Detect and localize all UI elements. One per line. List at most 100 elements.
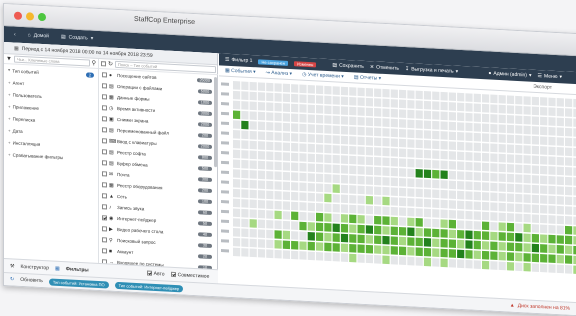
heatmap-cell[interactable] xyxy=(291,84,299,93)
heatmap-cell[interactable] xyxy=(249,111,257,121)
heatmap-cell[interactable] xyxy=(407,90,415,99)
heatmap-cell[interactable] xyxy=(390,108,398,118)
heatmap-cell[interactable] xyxy=(556,156,564,166)
heatmap-cell[interactable] xyxy=(415,227,423,237)
heatmap-cell[interactable] xyxy=(407,129,415,139)
heatmap-cell[interactable] xyxy=(299,251,307,260)
heatmap-cell[interactable] xyxy=(473,221,481,230)
heatmap-cell[interactable] xyxy=(332,174,340,184)
heatmap-cell[interactable] xyxy=(316,144,324,153)
heatmap-cell[interactable] xyxy=(432,150,440,159)
heatmap-cell[interactable] xyxy=(266,180,274,190)
time-accounting-button[interactable]: ◷ Учет времени ▾ xyxy=(302,72,344,80)
heatmap-cell[interactable] xyxy=(407,207,415,217)
heatmap-cell[interactable] xyxy=(482,192,490,201)
heatmap-cell[interactable] xyxy=(432,189,440,199)
heatmap-cell[interactable] xyxy=(415,139,423,149)
heatmap-cell[interactable] xyxy=(506,105,515,114)
heatmap-cell[interactable] xyxy=(407,148,415,158)
heatmap-cell[interactable] xyxy=(498,134,506,143)
heatmap-cell[interactable] xyxy=(274,161,282,171)
heatmap-cell[interactable] xyxy=(457,151,465,161)
heatmap-cell[interactable] xyxy=(506,95,515,105)
heatmap-cell[interactable] xyxy=(548,175,556,185)
heatmap-cell[interactable] xyxy=(390,187,398,196)
heatmap-cell[interactable] xyxy=(291,191,299,201)
heatmap-cell[interactable] xyxy=(515,242,523,252)
heatmap-cell[interactable] xyxy=(249,238,257,248)
heatmap-cell[interactable] xyxy=(274,122,282,132)
heatmap-cell[interactable] xyxy=(257,160,266,170)
heatmap-cell[interactable] xyxy=(457,249,465,259)
heatmap-cell[interactable] xyxy=(407,227,415,237)
heatmap-cell[interactable] xyxy=(282,220,290,230)
heatmap-cell[interactable] xyxy=(432,179,440,189)
heatmap-cell[interactable] xyxy=(423,228,432,237)
heatmap-cell[interactable] xyxy=(465,230,473,240)
heatmap-cell[interactable] xyxy=(307,153,315,163)
heatmap-cell[interactable] xyxy=(357,126,365,136)
heatmap-cell[interactable] xyxy=(399,177,407,187)
heatmap-cell[interactable] xyxy=(266,249,274,259)
heatmap-cell[interactable] xyxy=(332,252,340,262)
heatmap-cell[interactable] xyxy=(506,173,515,183)
heatmap-cell[interactable] xyxy=(332,213,340,223)
heatmap-cell[interactable] xyxy=(299,211,307,221)
heatmap-cell[interactable] xyxy=(423,169,432,179)
heatmap-cell[interactable] xyxy=(506,144,515,154)
heatmap-cell[interactable] xyxy=(506,183,515,193)
heatmap-cell[interactable] xyxy=(241,130,249,140)
heatmap-cell[interactable] xyxy=(299,231,307,241)
heatmap-cell[interactable] xyxy=(531,204,539,214)
heatmap-cell[interactable] xyxy=(233,149,241,159)
heatmap-cell[interactable] xyxy=(390,118,398,128)
heatmap-cell[interactable] xyxy=(357,234,365,244)
heatmap-cell[interactable] xyxy=(266,82,274,92)
heatmap-cell[interactable] xyxy=(523,125,531,135)
activity-heatmap[interactable] xyxy=(219,76,576,307)
heatmap-cell[interactable] xyxy=(233,81,241,90)
heatmap-cell[interactable] xyxy=(340,86,349,96)
heatmap-cell[interactable] xyxy=(282,152,290,161)
heatmap-cell[interactable] xyxy=(531,214,539,223)
heatmap-cell[interactable] xyxy=(498,241,506,251)
heatmap-cell[interactable] xyxy=(399,168,407,177)
heatmap-cell[interactable] xyxy=(498,94,506,104)
heatmap-cell[interactable] xyxy=(423,257,432,267)
heatmap-cell[interactable] xyxy=(390,206,398,216)
heatmap-cell[interactable] xyxy=(257,150,266,160)
heatmap-cell[interactable] xyxy=(498,222,506,232)
heatmap-cell[interactable] xyxy=(316,163,324,173)
heatmap-cell[interactable] xyxy=(349,145,357,155)
event-type-checkbox[interactable] xyxy=(102,105,107,111)
auto-toggle[interactable]: Авто xyxy=(146,270,165,277)
heatmap-cell[interactable] xyxy=(365,156,374,166)
heatmap-cell[interactable] xyxy=(291,221,299,230)
heatmap-cell[interactable] xyxy=(482,103,490,113)
heatmap-cell[interactable] xyxy=(415,208,423,217)
heatmap-cell[interactable] xyxy=(407,139,415,148)
heatmap-cell[interactable] xyxy=(399,207,407,217)
heatmap-cell[interactable] xyxy=(506,124,515,134)
heatmap-cell[interactable] xyxy=(257,131,266,141)
heatmap-cell[interactable] xyxy=(490,251,498,261)
heatmap-cell[interactable] xyxy=(498,192,506,202)
heatmap-cell[interactable] xyxy=(399,187,407,197)
heatmap-cell[interactable] xyxy=(266,92,274,102)
heatmap-cell[interactable] xyxy=(357,107,365,116)
event-type-checkbox[interactable] xyxy=(102,226,107,232)
heatmap-cell[interactable] xyxy=(332,164,340,174)
heatmap-cell[interactable] xyxy=(490,261,498,270)
heatmap-cell[interactable] xyxy=(490,241,498,251)
heatmap-cell[interactable] xyxy=(340,223,349,233)
heatmap-cell[interactable] xyxy=(282,171,290,181)
heatmap-cell[interactable] xyxy=(332,223,340,233)
heatmap-cell[interactable] xyxy=(241,159,249,169)
back-button[interactable]: ‹ xyxy=(8,31,22,38)
heatmap-cell[interactable] xyxy=(415,218,423,227)
heatmap-cell[interactable] xyxy=(565,265,573,274)
heatmap-cell[interactable] xyxy=(482,241,490,250)
heatmap-cell[interactable] xyxy=(423,110,432,120)
heatmap-cell[interactable] xyxy=(357,87,365,97)
heatmap-cell[interactable] xyxy=(241,199,249,208)
